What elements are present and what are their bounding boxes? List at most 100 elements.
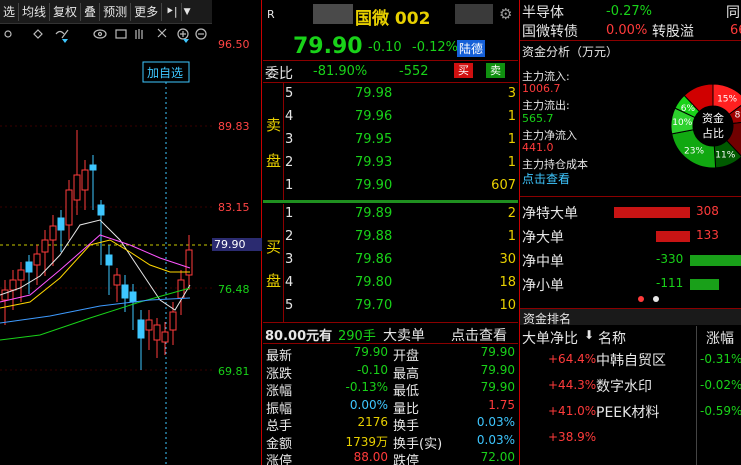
stat-label-left: 金额 — [266, 436, 293, 452]
stat-label-right: 开盘 — [393, 349, 420, 364]
flow-bar — [614, 207, 690, 218]
lock-icon — [115, 29, 127, 39]
pie-slice-label: 15% — [717, 94, 737, 104]
price-change-pct: -0.12% — [412, 40, 458, 55]
pie-slice-label: 23% — [684, 146, 704, 156]
ask-price: 79.98 — [355, 86, 393, 101]
stat-label-left: 涨幅 — [266, 384, 293, 399]
big-order-price: 80.00 — [265, 329, 307, 344]
big-order-unit: 元有 — [306, 329, 333, 344]
bid-price: 79.89 — [355, 206, 393, 221]
tooltip-text: 加自选 — [147, 66, 183, 80]
curve-icon — [55, 30, 65, 35]
candle-body — [137, 319, 145, 339]
toolbar-item-forecast[interactable]: 预测 — [100, 2, 132, 21]
sort-down-icon[interactable]: ⬇ — [584, 328, 594, 342]
ask-row[interactable]: 3 79.95 1 — [263, 132, 518, 152]
ask-row[interactable]: 5 79.98 3 — [263, 86, 518, 106]
rank-name: 数字水印 — [596, 379, 652, 395]
bid-row[interactable]: 2 79.88 1 — [263, 229, 518, 249]
price-label-96: 96.50 — [218, 38, 250, 51]
stock-name: 国微 002 — [355, 9, 431, 29]
bid-volume: 1 — [507, 229, 516, 244]
price-scale: 96.50 89.83 83.15 79.90 76.48 69.81 — [212, 25, 262, 465]
stat-value-right: 79.90 — [480, 380, 515, 394]
bid-row[interactable]: 1 79.89 2 — [263, 206, 518, 226]
gear-icon[interactable]: ⚙ — [499, 5, 512, 23]
rank-col-name[interactable]: 名称 — [598, 328, 626, 348]
sell-button[interactable]: 卖 — [486, 63, 505, 78]
dropdown-icon[interactable]: ▼ — [182, 3, 193, 21]
ask-row[interactable]: 4 79.96 1 — [263, 109, 518, 129]
toolbar-item-ma[interactable]: 均线 — [19, 2, 51, 21]
bid-volume: 18 — [499, 275, 516, 290]
candle-body — [145, 319, 153, 331]
toolbar-item-select[interactable]: 选 — [0, 2, 20, 21]
candle-body — [41, 239, 49, 253]
ask-level: 3 — [285, 132, 294, 147]
ask-row[interactable]: 1 79.90 607 — [263, 178, 518, 198]
stats-row: 最新 79.90 开盘 79.90 — [263, 345, 518, 364]
ask-level: 1 — [285, 178, 294, 193]
bid-price: 79.88 — [355, 229, 393, 244]
rank-ratio: +64.4% — [548, 352, 597, 366]
ranking-row[interactable]: +44.3% 数字水印 -0.02% — [520, 376, 741, 400]
stats-row: 涨停 88.00 跌停 72.00 — [263, 450, 518, 465]
inflow-value: 1006.7 — [522, 82, 561, 95]
ask-volume: 3 — [507, 86, 516, 101]
fund-link[interactable]: 点击查看 — [522, 170, 570, 187]
stat-label-right: 最高 — [393, 366, 420, 382]
arrow-right-icon[interactable]: ⯈| — [162, 2, 182, 21]
flow-value: -111 — [656, 276, 684, 290]
rank-name: 中韩自贸区 — [596, 353, 666, 369]
stats-row: 涨幅 -0.13% 最低 79.90 — [263, 380, 518, 399]
stats-row: 振幅 0.00% 量比 1.75 — [263, 398, 518, 417]
ranking-row[interactable]: +38.9% — [520, 428, 741, 452]
ranking-title: 资金排名 — [523, 312, 572, 326]
hk-connect-badge[interactable]: 陆德 — [457, 40, 486, 57]
ask-row[interactable]: 2 79.93 1 — [263, 155, 518, 175]
rank-col-pct[interactable]: 涨幅 — [706, 328, 734, 348]
ranking-row[interactable]: +41.0% PEEK材料 -0.59% — [520, 402, 741, 426]
fund-pie[interactable]: 15%8%11%23%10%6% 资金 占比 — [658, 70, 741, 180]
stat-label-left: 涨跌 — [266, 366, 293, 382]
page-dot-2[interactable] — [653, 296, 659, 302]
toolbar-item-more[interactable]: 更多 — [131, 2, 163, 21]
related-name-2[interactable]: 国微转债 — [522, 21, 578, 41]
flow-row[interactable]: 净特大单 308 — [520, 202, 741, 224]
ask-volume: 607 — [491, 178, 516, 193]
toolbar-item-overlay[interactable]: 叠 — [81, 2, 101, 21]
kline-plot[interactable]: 加自选 — [0, 40, 212, 465]
ask-volume: 1 — [507, 155, 516, 170]
bid-row[interactable]: 3 79.86 30 — [263, 252, 518, 272]
toolbar-item-adjust[interactable]: 复权 — [50, 2, 82, 21]
related-name-1[interactable]: 半导体 — [522, 2, 564, 22]
candle-body — [9, 279, 17, 291]
candle-body — [65, 189, 73, 226]
price-label-76: 76.48 — [218, 283, 250, 296]
page-dot-1[interactable] — [638, 296, 644, 302]
flow-row[interactable]: 净小单 -111 — [520, 274, 741, 296]
trend-icon — [61, 29, 69, 39]
ranking-row[interactable]: +64.4% 中韩自贸区 -0.31% — [520, 350, 741, 374]
flow-row[interactable]: 净大单 133 — [520, 226, 741, 248]
flow-row[interactable]: 净中单 -330 — [520, 250, 741, 272]
bid-level: 2 — [285, 229, 294, 244]
candle-body — [97, 204, 105, 216]
big-order-bar[interactable]: 80.00元有 — [265, 325, 332, 344]
stat-label-right: 量比 — [393, 401, 420, 417]
weibi-pct: -81.90% — [313, 64, 368, 79]
kline-chart-pane[interactable]: 选 均线 复权 叠 预测 更多 ⯈| ▼ 加自选 96.50 89.83 83.… — [0, 0, 262, 465]
bid-row[interactable]: 5 79.70 10 — [263, 298, 518, 318]
big-order-link[interactable]: 点击查看 — [451, 325, 507, 345]
related-extra-2: 转股溢 — [652, 24, 694, 40]
buy-button[interactable]: 买 — [454, 63, 473, 78]
stat-label-left: 涨停 — [266, 454, 293, 465]
candle-body — [33, 253, 41, 266]
price-label-83: 83.15 — [218, 201, 250, 214]
bid-row[interactable]: 4 79.80 18 — [263, 275, 518, 295]
flow-bar — [690, 255, 741, 266]
weibi-label: 委比 — [265, 66, 293, 82]
quote-pane: R 国微 002 ⚙ 79.90 -0.10 -0.12% 陆德 委比 -81.… — [263, 0, 518, 465]
rank-col-ratio[interactable]: 大单净比 — [522, 328, 578, 348]
